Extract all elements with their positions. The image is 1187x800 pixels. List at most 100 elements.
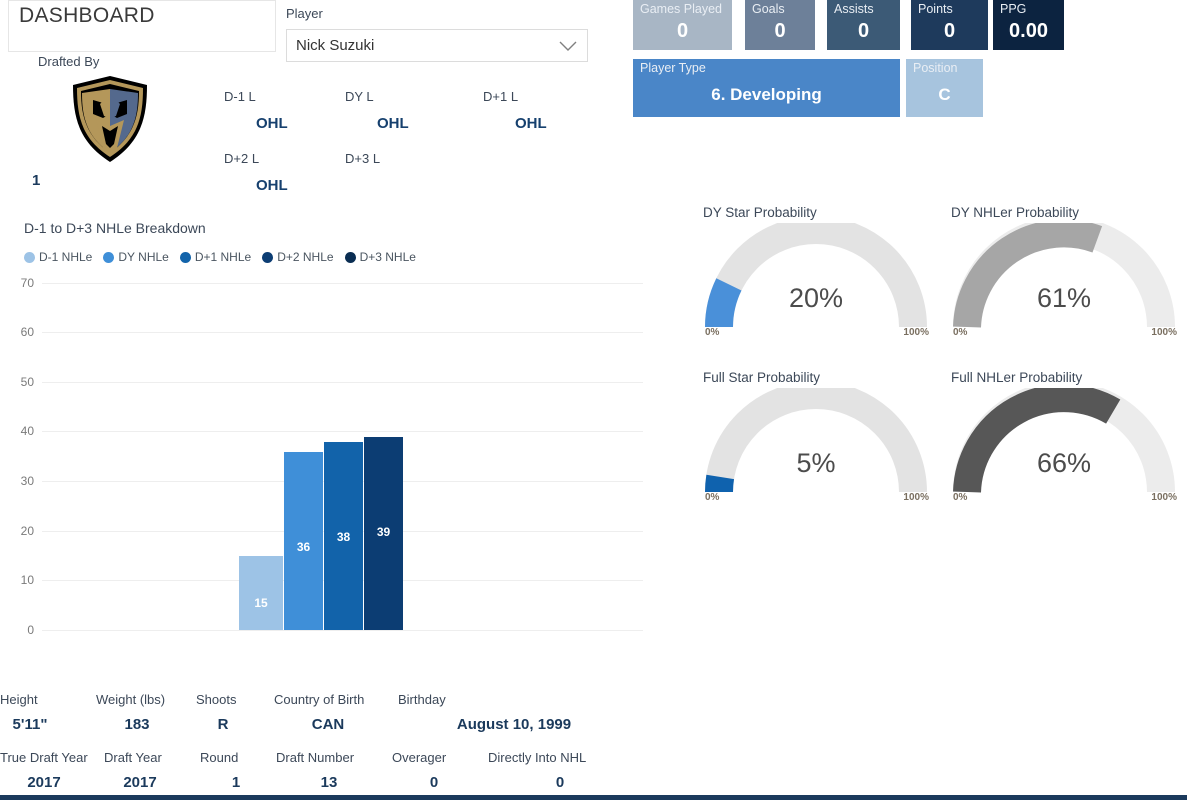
player-slicer-dropdown[interactable]: Nick Suzuki [286,29,588,62]
gridline [42,630,643,631]
bar-dy-nhle[interactable]: 36 [284,452,323,630]
bar-d2-nhle[interactable]: 39 [364,437,403,630]
league-key: D+2 L [224,151,260,166]
league-value: OHL [256,115,288,132]
stat-label: Draft Year [104,750,162,765]
y-axis-tick: 50 [20,375,34,389]
stat-label: Birthday [398,692,446,707]
gauge-title: DY Star Probability [703,205,817,220]
stat-draft-year: Draft Year 2017 [104,750,176,791]
gauge-max-label: 100% [1151,492,1177,503]
stat-round: Round 1 [200,750,272,791]
chart-title: D-1 to D+3 NHLe Breakdown [24,220,206,236]
legend-swatch-icon [262,251,274,263]
gauge-value: 20% [788,283,844,313]
gauge-full-star-probability[interactable]: Full Star Probability 5% 0% 100% [697,370,935,520]
y-axis-tick: 40 [20,424,34,438]
bar-chart-plot-area: 70 60 50 40 30 20 10 0 15 36 38 39 [0,275,660,640]
kpi-label: Player Type [640,61,706,75]
chart-legend: D-1 NHLe DY NHLe D+1 NHLe D+2 NHLe D+3 N… [24,250,416,264]
gauge-min-label: 0% [953,327,968,338]
footer-bar [0,795,1187,800]
kpi-label: PPG [1000,2,1027,16]
gauge-value: 5% [796,448,836,478]
stat-value: 1 [231,774,241,791]
stat-value: 2017 [27,774,61,791]
legend-label: D+1 NHLe [194,250,252,264]
stat-label: Round [200,750,239,765]
kpi-value: 0 [774,20,786,42]
kpi-card-games-played[interactable]: Games Played 0 [633,0,732,50]
y-axis-tick: 70 [20,276,34,290]
stat-value: August 10, 1999 [456,716,572,733]
kpi-card-goals[interactable]: Goals 0 [745,0,815,50]
legend-item-d2[interactable]: D+2 NHLe [262,250,334,264]
kpi-card-assists[interactable]: Assists 0 [827,0,900,50]
stat-true-draft-year: True Draft Year 2017 [0,750,88,791]
gauge-min-label: 0% [953,492,968,503]
gauge-title: DY NHLer Probability [951,205,1080,220]
gauge-title: Full NHLer Probability [951,370,1083,385]
league-value: OHL [256,177,288,194]
gauge-dy-nhler-probability[interactable]: DY NHLer Probability 61% 0% 100% [945,205,1183,355]
gauge-max-label: 100% [1151,327,1177,338]
stat-value: 183 [124,716,150,733]
legend-item-d-1[interactable]: D-1 NHLe [24,250,92,264]
stat-label: Country of Birth [274,692,365,707]
bar-value-label: 15 [254,596,268,610]
league-cell-d-1: D-1 L OHL [224,89,288,132]
drafted-by-label: Drafted By [38,54,100,69]
bar-d-1-nhle[interactable]: 15 [239,556,283,630]
gauge-full-nhler-probability[interactable]: Full NHLer Probability 66% 0% 100% [945,370,1183,520]
league-value: OHL [377,115,409,132]
legend-swatch-icon [344,251,356,263]
gauge-value: 61% [1036,283,1092,313]
stat-label: True Draft Year [0,750,88,765]
stat-label: Draft Number [276,750,355,765]
stat-label: Overager [392,750,447,765]
gauge-min-label: 0% [705,327,720,338]
y-axis-tick: 60 [20,325,34,339]
stat-country-of-birth: Country of Birth CAN [274,692,382,733]
gauge-arc [705,388,927,493]
gauge-title: Full Star Probability [703,370,821,385]
stat-height: Height 5'11" [0,692,60,733]
stat-shoots: Shoots R [196,692,250,733]
legend-swatch-icon [103,251,115,263]
league-key: DY L [345,89,374,104]
stat-birthday: Birthday August 10, 1999 [398,692,630,733]
dashboard-root: DASHBOARD Player Nick Suzuki Drafted By … [0,0,1187,800]
dashboard-title-card: DASHBOARD [8,0,276,52]
legend-item-d3[interactable]: D+3 NHLe [344,250,416,264]
bar-d1-nhle[interactable]: 38 [324,442,363,630]
legend-swatch-icon [24,251,35,263]
chevron-down-icon[interactable] [559,41,577,52]
league-value: OHL [515,115,547,132]
kpi-card-points[interactable]: Points 0 [911,0,988,50]
stat-value: CAN [311,716,345,733]
draft-pick-number: 1 [32,172,41,189]
gridline [42,332,643,333]
gauge-arc [953,223,1175,328]
y-axis-tick: 30 [20,474,34,488]
kpi-value: 0 [943,20,956,42]
legend-item-dy[interactable]: DY NHLe [103,250,169,264]
stat-directly-into-nhl: Directly Into NHL 0 [488,750,632,791]
legend-item-d1[interactable]: D+1 NHLe [179,250,252,264]
kpi-card-ppg[interactable]: PPG 0.00 [993,0,1064,50]
legend-label: DY NHLe [118,250,169,264]
player-slicer-value: Nick Suzuki [296,37,375,54]
stat-value: 0 [555,774,565,791]
legend-label: D+3 NHLe [359,250,416,264]
kpi-card-player-type[interactable]: Player Type 6. Developing [633,59,900,117]
y-axis-tick: 10 [20,573,34,587]
gauge-dy-star-probability[interactable]: DY Star Probability 20% 0% 100% [697,205,935,355]
legend-label: D-1 NHLe [39,250,93,264]
kpi-label: Points [918,2,953,16]
kpi-value: 0.00 [1009,20,1048,42]
stat-weight: Weight (lbs) 183 [96,692,178,733]
league-key: D+1 L [483,89,519,104]
kpi-card-position[interactable]: Position C [906,59,983,117]
vegas-golden-knights-logo [44,71,175,166]
kpi-value: C [938,85,951,104]
